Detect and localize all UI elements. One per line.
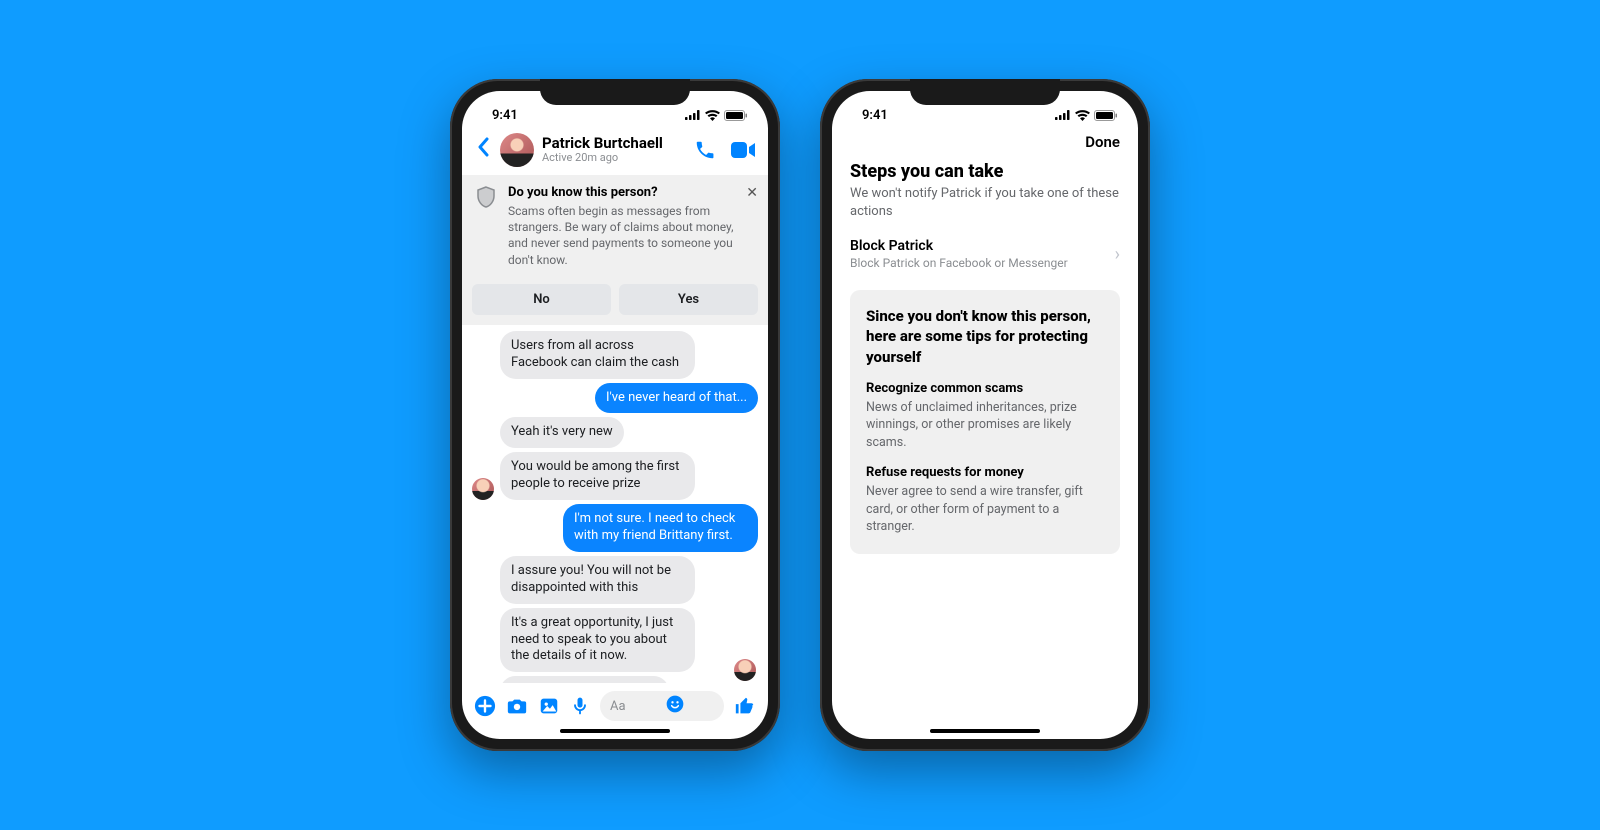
tips-card: Since you don't know this person, here a… — [850, 290, 1120, 554]
chevron-right-icon: › — [1115, 244, 1120, 265]
message-row: I assure you! You will not be disappoint… — [472, 556, 758, 604]
tips-heading: Since you don't know this person, here a… — [866, 306, 1104, 367]
wifi-icon — [705, 110, 720, 121]
message-bubble[interactable]: Users from all across Facebook can claim… — [500, 331, 695, 379]
close-icon[interactable]: ✕ — [746, 185, 758, 201]
steps-title: Steps you can take — [850, 161, 1120, 182]
message-row: It's a great opportunity, I just need to… — [472, 608, 758, 673]
status-time: 9:41 — [852, 108, 888, 123]
signal-icon — [1055, 110, 1071, 120]
warning-yes-button[interactable]: Yes — [619, 284, 758, 315]
screen-chat: 9:41 Patrick Burtchaell Active 20m — [462, 91, 768, 739]
block-subtitle: Block Patrick on Facebook or Messenger — [850, 256, 1068, 270]
shield-icon — [474, 185, 498, 209]
tip-body: News of unclaimed inheritances, prize wi… — [866, 399, 1104, 452]
block-row[interactable]: Block Patrick Block Patrick on Facebook … — [850, 238, 1120, 284]
message-row: I'm not sure. I need to check with my fr… — [472, 504, 758, 552]
signal-icon — [685, 110, 701, 120]
message-bubble[interactable]: I assure you! You will not be disappoint… — [500, 556, 695, 604]
home-indicator[interactable] — [560, 729, 670, 733]
call-icon[interactable] — [694, 139, 716, 161]
battery-icon — [1094, 110, 1118, 121]
warning-buttons: No Yes — [462, 278, 768, 325]
tip-body: Never agree to send a wire transfer, gif… — [866, 483, 1104, 536]
message-row: You would be among the first people to r… — [472, 452, 758, 500]
gallery-icon[interactable] — [538, 695, 560, 717]
message-bubble[interactable]: Are you available to chat? — [500, 676, 669, 683]
block-title: Block Patrick — [850, 238, 1068, 254]
message-row: I've never heard of that... — [472, 383, 758, 414]
message-row: Yeah it's very new — [472, 417, 758, 448]
message-bubble[interactable]: Yeah it's very new — [500, 417, 624, 448]
message-row: Are you available to chat? — [472, 676, 758, 683]
battery-icon — [724, 110, 748, 121]
contact-title[interactable]: Patrick Burtchaell Active 20m ago — [542, 135, 686, 165]
scam-warning: Do you know this person? Scams often beg… — [462, 175, 768, 278]
contact-avatar[interactable] — [500, 133, 534, 167]
message-bubble[interactable]: I've never heard of that... — [595, 383, 758, 414]
steps-subtitle: We won't notify Patrick if you take one … — [850, 185, 1120, 220]
home-indicator[interactable] — [930, 729, 1040, 733]
seen-avatar — [734, 659, 756, 681]
warning-no-button[interactable]: No — [472, 284, 611, 315]
tip-item: Recognize common scams News of unclaimed… — [866, 381, 1104, 452]
back-button[interactable] — [474, 137, 492, 163]
phone-left: 9:41 Patrick Burtchaell Active 20m — [450, 79, 780, 751]
message-placeholder: Aa — [610, 699, 659, 714]
message-bubble[interactable]: I'm not sure. I need to check with my fr… — [563, 504, 758, 552]
tip-title: Recognize common scams — [866, 381, 1104, 396]
message-row: Users from all across Facebook can claim… — [472, 331, 758, 379]
camera-icon[interactable] — [506, 695, 528, 717]
video-icon[interactable] — [730, 139, 756, 161]
notch — [910, 79, 1060, 105]
done-button[interactable]: Done — [832, 127, 1138, 155]
sender-avatar — [472, 478, 494, 500]
warning-title: Do you know this person? — [508, 185, 740, 200]
mic-icon[interactable] — [570, 695, 590, 717]
message-bubble[interactable]: You would be among the first people to r… — [500, 452, 695, 500]
emoji-icon[interactable] — [665, 694, 714, 718]
notch — [540, 79, 690, 105]
warning-body: Scams often begin as messages from stran… — [508, 203, 740, 268]
status-time: 9:41 — [482, 108, 518, 123]
message-list[interactable]: Users from all across Facebook can claim… — [462, 325, 768, 683]
thumbs-up-icon[interactable] — [734, 695, 756, 717]
tip-title: Refuse requests for money — [866, 465, 1104, 480]
message-input[interactable]: Aa — [600, 691, 724, 721]
phone-right: 9:41 Done Steps you can take We won't no… — [820, 79, 1150, 751]
chat-header: Patrick Burtchaell Active 20m ago — [462, 127, 768, 175]
screen-steps: 9:41 Done Steps you can take We won't no… — [832, 91, 1138, 739]
wifi-icon — [1075, 110, 1090, 121]
message-bubble[interactable]: It's a great opportunity, I just need to… — [500, 608, 695, 673]
contact-presence: Active 20m ago — [542, 152, 686, 165]
compose-plus-icon[interactable] — [474, 695, 496, 717]
tip-item: Refuse requests for money Never agree to… — [866, 465, 1104, 536]
contact-name: Patrick Burtchaell — [542, 135, 686, 152]
